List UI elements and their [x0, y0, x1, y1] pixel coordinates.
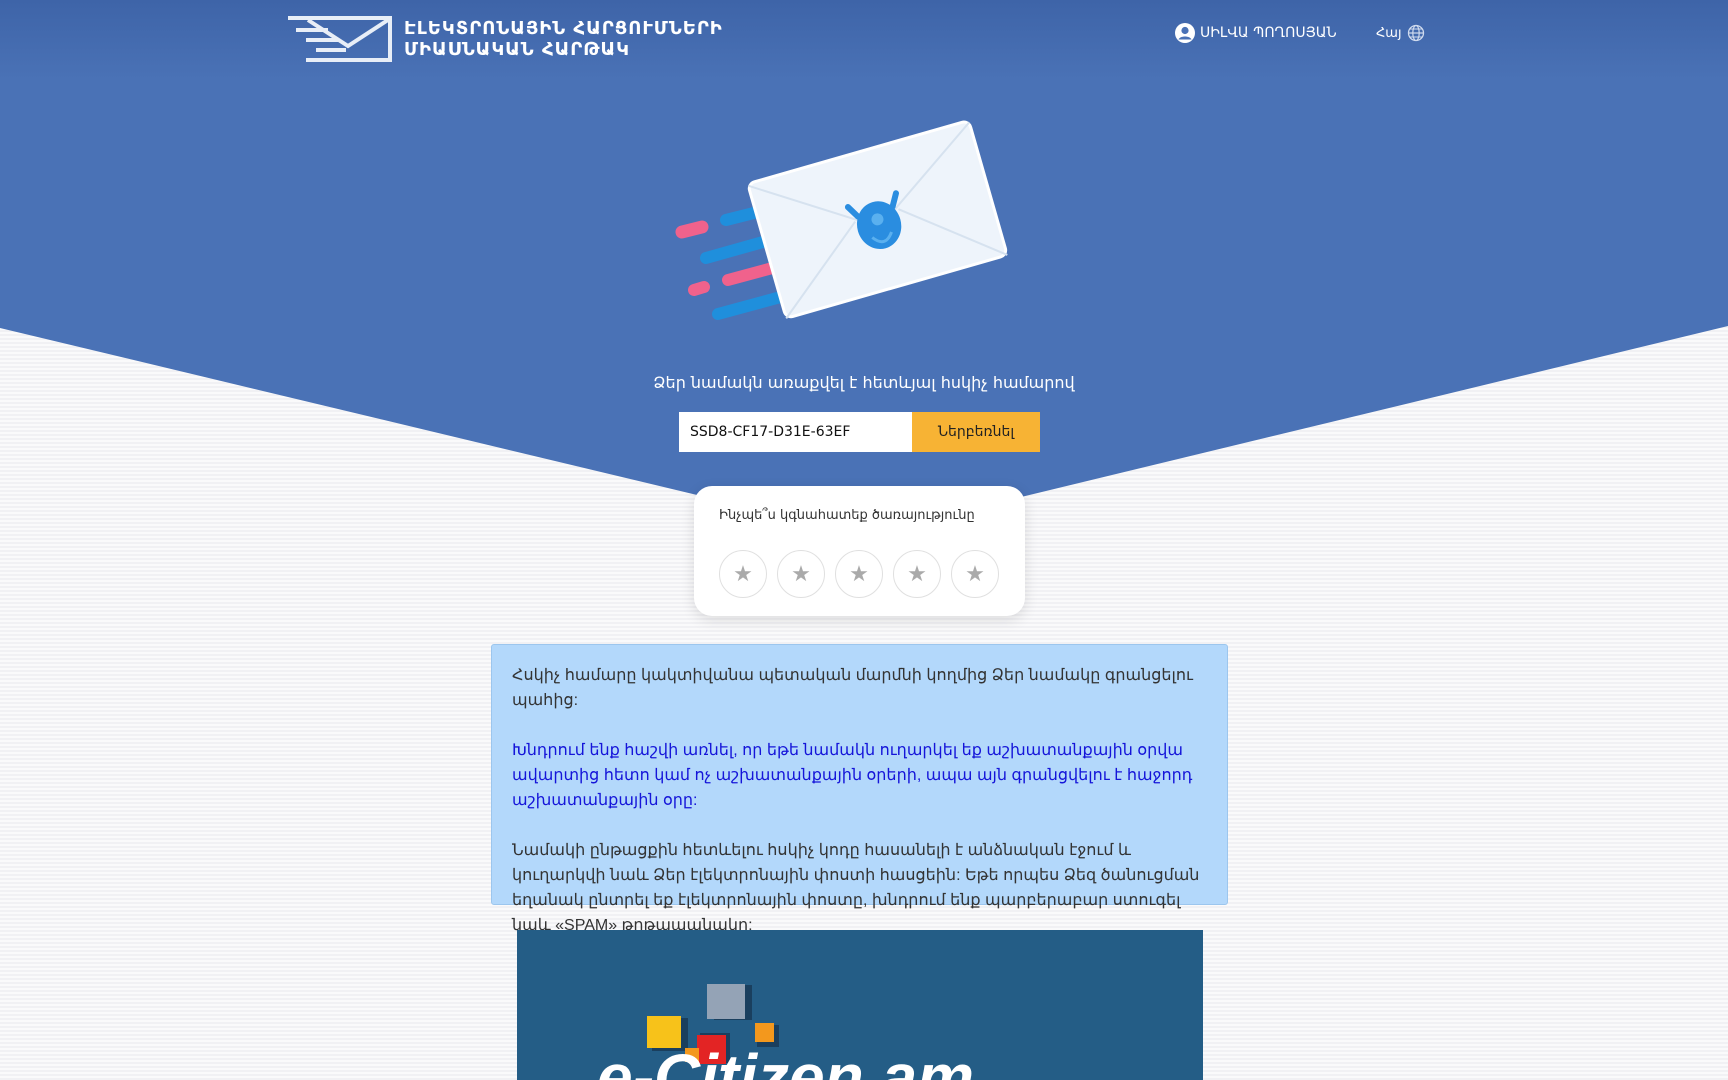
- logo-line-2: ՄԻԱՍՆԱԿԱՆ ՀԱՐԹԱԿ: [404, 39, 631, 60]
- tracking-code-field[interactable]: [679, 412, 912, 452]
- info-paragraph-3: Նամակի ընթացքին հետևելու հսկիչ կոդը հասա…: [512, 842, 1200, 934]
- user-name: ՍԻԼՎԱ ՊՈՂՈՍՅԱՆ: [1200, 25, 1337, 41]
- envelope-illustration: [675, 120, 1008, 320]
- e-citizen-banner[interactable]: e-Citizen.am: [517, 930, 1203, 1080]
- download-button[interactable]: Ներբեռնել: [912, 412, 1040, 452]
- user-avatar-icon: [1175, 23, 1195, 43]
- language-selector[interactable]: Հայ: [1376, 24, 1425, 42]
- info-paragraph-1: Հսկիչ համարը կակտիվանա պետական մարմնի կո…: [512, 667, 1193, 709]
- user-menu[interactable]: ՍԻԼՎԱ ՊՈՂՈՍՅԱՆ: [1174, 22, 1337, 44]
- star-1-button[interactable]: ★: [719, 550, 767, 598]
- info-paragraph-2: Խնդրում ենք հաշվի առնել, որ եթե նամակն ո…: [512, 742, 1193, 809]
- site-logo[interactable]: ԷԼԵԿՏՐՈՆԱՅԻՆ ՀԱՐՑՈՒՄՆԵՐԻ ՄԻԱՍՆԱԿԱՆ ՀԱՐԹԱ…: [288, 16, 723, 62]
- logo-text: ԷԼԵԿՏՐՈՆԱՅԻՆ ՀԱՐՑՈՒՄՆԵՐԻ ՄԻԱՍՆԱԿԱՆ ՀԱՐԹԱ…: [404, 18, 723, 60]
- info-notice: Հսկիչ համարը կակտիվանա պետական մարմնի կո…: [491, 644, 1228, 934]
- star-5-button[interactable]: ★: [951, 550, 999, 598]
- tracking-code-row: Ներբեռնել: [679, 412, 1040, 452]
- globe-icon: [1407, 24, 1424, 42]
- language-label: Հայ: [1376, 25, 1402, 41]
- tracking-label: Ձեր նամակն առաքվել է հետևյալ հսկիչ համար…: [653, 373, 1075, 392]
- star-3-button[interactable]: ★: [835, 550, 883, 598]
- logo-line-1: ԷԼԵԿՏՐՈՆԱՅԻՆ ՀԱՐՑՈՒՄՆԵՐԻ: [404, 18, 723, 39]
- rating-stars: ★ ★ ★ ★ ★: [719, 550, 999, 598]
- star-2-button[interactable]: ★: [777, 550, 825, 598]
- header: ԷԼԵԿՏՐՈՆԱՅԻՆ ՀԱՐՑՈՒՄՆԵՐԻ ՄԻԱՍՆԱԿԱՆ ՀԱՐԹԱ…: [0, 0, 1728, 70]
- banner-brand-text: e-Citizen.am: [597, 1041, 974, 1080]
- rating-card: Ինչպե՞ս կգնահատեք ծառայությունը ★ ★ ★ ★ …: [694, 486, 1025, 616]
- rating-title: Ինչպե՞ս կգնահատեք ծառայությունը: [719, 508, 975, 523]
- mail-logo-icon: [288, 16, 392, 62]
- star-4-button[interactable]: ★: [893, 550, 941, 598]
